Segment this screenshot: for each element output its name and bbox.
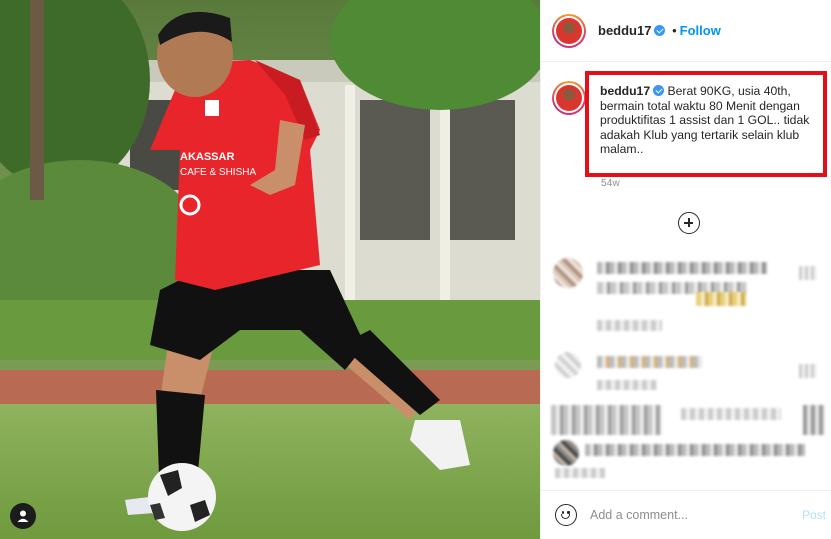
post-photo: AKASSAR CAFE & SHISHA <box>0 0 540 539</box>
comment-text-censored <box>551 405 661 435</box>
post-button[interactable]: Post <box>802 508 826 522</box>
comment-text-censored <box>681 408 781 420</box>
user-icon <box>17 510 29 522</box>
follow-button[interactable]: Follow <box>680 23 721 38</box>
comment-text-censored <box>597 356 702 368</box>
svg-text:AKASSAR: AKASSAR <box>180 151 234 163</box>
header-name-row: beddu17 • Follow <box>598 23 721 38</box>
post-side-panel: beddu17 • Follow beddu17 Berat 90KG, usia… <box>540 0 831 539</box>
caption-username[interactable]: beddu17 <box>600 84 650 98</box>
comment-footer: Post <box>541 490 831 539</box>
heart-icon[interactable] <box>799 266 817 280</box>
heart-icon[interactable] <box>799 364 817 378</box>
comment-text-censored <box>597 380 657 390</box>
caption-text: beddu17 Berat 90KG, usia 40th, bermain t… <box>600 84 822 157</box>
comment-avatar[interactable] <box>555 352 581 378</box>
svg-text:CAFE & SHISHA: CAFE & SHISHA <box>180 167 256 178</box>
comment-avatar[interactable] <box>553 440 579 466</box>
separator-dot: • <box>672 23 677 38</box>
comment-input[interactable] <box>590 506 790 524</box>
header-username[interactable]: beddu17 <box>598 23 651 38</box>
comment-avatar[interactable] <box>553 258 583 288</box>
load-more-comments-button[interactable] <box>678 212 700 234</box>
avatar[interactable] <box>552 14 586 48</box>
post-timestamp[interactable]: 54w <box>601 178 620 189</box>
comment-emoji-censored <box>696 292 746 306</box>
comment-text-censored <box>597 262 767 274</box>
caption-avatar[interactable] <box>552 81 586 115</box>
post-header: beddu17 • Follow <box>541 0 831 62</box>
comment-text-censored <box>597 320 662 331</box>
emoji-button[interactable] <box>555 504 577 526</box>
user-tag-button[interactable] <box>10 503 36 529</box>
comment-text-censored <box>585 444 805 456</box>
verified-badge-icon <box>654 25 666 36</box>
heart-icon[interactable] <box>803 405 825 435</box>
comment-text-censored <box>555 468 605 478</box>
photo-image: AKASSAR CAFE & SHISHA <box>0 0 540 539</box>
verified-badge-icon <box>653 85 665 96</box>
